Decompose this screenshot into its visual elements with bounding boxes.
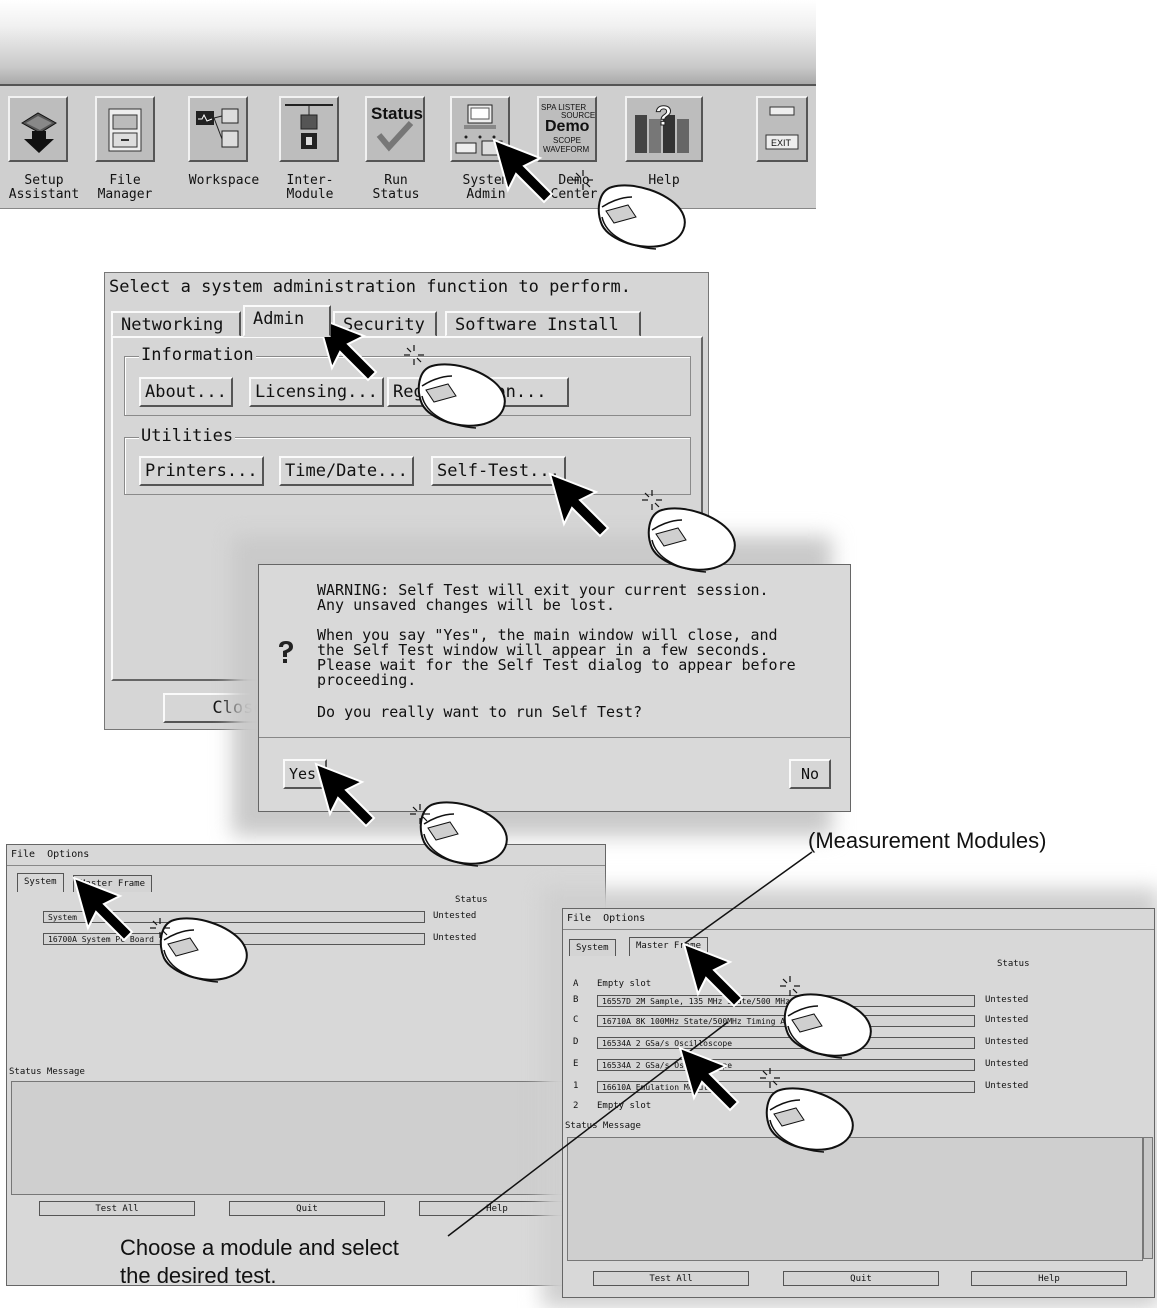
click-sparkle-icon [572, 169, 594, 191]
mouse-icon [783, 993, 872, 1059]
cursor-arrow-icon [683, 943, 743, 1007]
mouse-icon [417, 363, 506, 429]
click-sparkle-icon [779, 975, 801, 997]
cursor-arrow-icon [679, 1047, 739, 1111]
modules-callout-line [683, 851, 813, 945]
click-sparkle-icon [149, 917, 171, 939]
click-sparkle-icon [403, 344, 425, 366]
cursor-arrow-icon [315, 763, 375, 827]
cursor-arrow-icon [493, 139, 553, 203]
tab-admin[interactable]: Admin [243, 305, 331, 337]
mouse-icon [597, 184, 686, 250]
click-sparkle-icon [759, 1067, 781, 1089]
cursor-arrow-icon [549, 473, 609, 537]
mouse-icon [647, 507, 736, 573]
mouse-icon [159, 917, 248, 983]
mouse-icon [419, 801, 508, 867]
click-sparkle-icon [641, 489, 663, 511]
cursor-arrow-icon [73, 877, 133, 941]
mouse-icon [765, 1087, 854, 1153]
annotation-overlay [73, 139, 872, 1237]
